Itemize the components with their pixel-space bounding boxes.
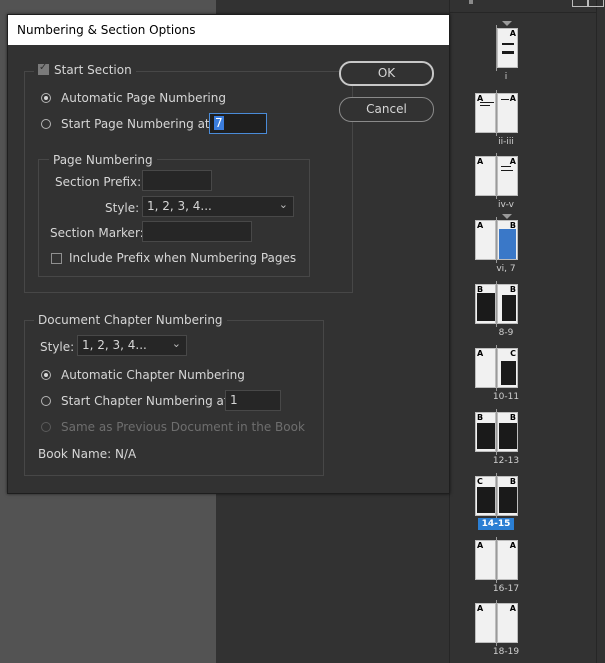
- page-thumbnail[interactable]: A: [497, 28, 518, 68]
- ok-button[interactable]: OK: [339, 61, 434, 86]
- include-prefix-label: Include Prefix when Numbering Pages: [69, 251, 297, 265]
- panel-button[interactable]: [572, 0, 588, 7]
- start-section-checkbox[interactable]: [38, 62, 49, 75]
- start-chapter-number-input[interactable]: 1: [225, 390, 281, 411]
- automatic-page-numbering-radio[interactable]: [41, 93, 51, 103]
- spread-label-selected[interactable]: 14-15: [478, 518, 514, 530]
- start-page-number-value: 7: [214, 116, 224, 130]
- dialog-title: Numbering & Section Options: [17, 23, 196, 37]
- section-prefix-input[interactable]: [142, 170, 212, 191]
- start-page-number-input[interactable]: 7: [209, 113, 267, 134]
- page-thumbnail[interactable]: A: [475, 93, 496, 133]
- page-thumbnail[interactable]: B: [475, 412, 496, 452]
- page-thumbnail[interactable]: A: [475, 540, 496, 580]
- page-thumbnail[interactable]: B: [497, 412, 518, 452]
- chapter-style-value: 1, 2, 3, 4...: [82, 338, 147, 352]
- cancel-button[interactable]: Cancel: [339, 97, 434, 122]
- start-chapter-numbering-radio[interactable]: [41, 396, 51, 406]
- page-thumbnail[interactable]: B: [497, 284, 518, 324]
- chapter-style-label: Style:: [40, 340, 75, 354]
- document-chapter-numbering-legend: Document Chapter Numbering: [34, 313, 227, 327]
- spread-label: 12-13: [492, 456, 520, 466]
- automatic-chapter-numbering-radio[interactable]: [41, 370, 51, 380]
- start-section-label: Start Section: [54, 63, 132, 77]
- page-thumbnail[interactable]: A: [497, 93, 518, 133]
- start-section-legend: Start Section: [34, 62, 136, 79]
- book-name-text: Book Name: N/A: [38, 447, 137, 461]
- page-thumbnail[interactable]: B: [497, 476, 518, 516]
- page-thumbnail[interactable]: A: [497, 540, 518, 580]
- panel-divider: [596, 0, 597, 663]
- spread-label: 18-19: [492, 647, 520, 657]
- section-marker-input[interactable]: [142, 221, 252, 242]
- page-thumbnail[interactable]: A: [475, 220, 496, 260]
- same-as-previous-label: Same as Previous Document in the Book: [61, 420, 305, 434]
- start-chapter-numbering-label: Start Chapter Numbering at:: [61, 394, 233, 408]
- spread-label: i: [504, 72, 508, 82]
- numbering-section-options-dialog: Numbering & Section Options Start Sectio…: [7, 14, 450, 494]
- dialog-titlebar[interactable]: Numbering & Section Options: [8, 15, 449, 45]
- page-thumbnail[interactable]: A: [497, 156, 518, 196]
- chevron-down-icon: ⌄: [171, 337, 181, 350]
- page-thumbnail[interactable]: B: [497, 220, 518, 260]
- section-start-marker-icon: [502, 214, 512, 219]
- page-thumbnail[interactable]: B: [475, 284, 496, 324]
- page-thumbnail[interactable]: C: [475, 476, 496, 516]
- page-numbering-legend: Page Numbering: [49, 153, 157, 167]
- chapter-style-select[interactable]: 1, 2, 3, 4... ⌄: [77, 335, 187, 356]
- spread-label: vi, 7: [496, 264, 516, 274]
- spread-label: 10-11: [492, 392, 520, 402]
- start-page-numbering-radio[interactable]: [41, 119, 51, 129]
- spread-label: ii-iii: [498, 137, 514, 147]
- start-page-numbering-label: Start Page Numbering at:: [61, 117, 214, 131]
- same-as-previous-radio[interactable]: [41, 422, 51, 432]
- page-style-value: 1, 2, 3, 4...: [147, 199, 212, 213]
- page-thumbnail[interactable]: C: [497, 348, 518, 388]
- section-prefix-label: Section Prefix:: [55, 175, 142, 189]
- panel-marker: [469, 0, 473, 4]
- chevron-down-icon: ⌄: [278, 198, 288, 211]
- page-thumbnail[interactable]: A: [475, 156, 496, 196]
- page-thumbnail[interactable]: A: [475, 348, 496, 388]
- automatic-chapter-numbering-label: Automatic Chapter Numbering: [61, 368, 245, 382]
- spread-label: iv-v: [498, 200, 514, 210]
- include-prefix-checkbox[interactable]: [51, 253, 62, 264]
- automatic-page-numbering-label: Automatic Page Numbering: [61, 91, 226, 105]
- panel-button[interactable]: [588, 0, 604, 7]
- page-thumbnail[interactable]: A: [497, 603, 518, 643]
- page-thumbnail[interactable]: A: [475, 603, 496, 643]
- spread-label: 16-17: [492, 584, 520, 594]
- section-start-marker-icon: [502, 21, 512, 26]
- panel-divider: [449, 12, 597, 13]
- section-marker-label: Section Marker:: [50, 226, 144, 240]
- page-style-label: Style:: [105, 201, 140, 215]
- page-style-select[interactable]: 1, 2, 3, 4... ⌄: [142, 196, 294, 217]
- spread-label: 8-9: [498, 328, 514, 338]
